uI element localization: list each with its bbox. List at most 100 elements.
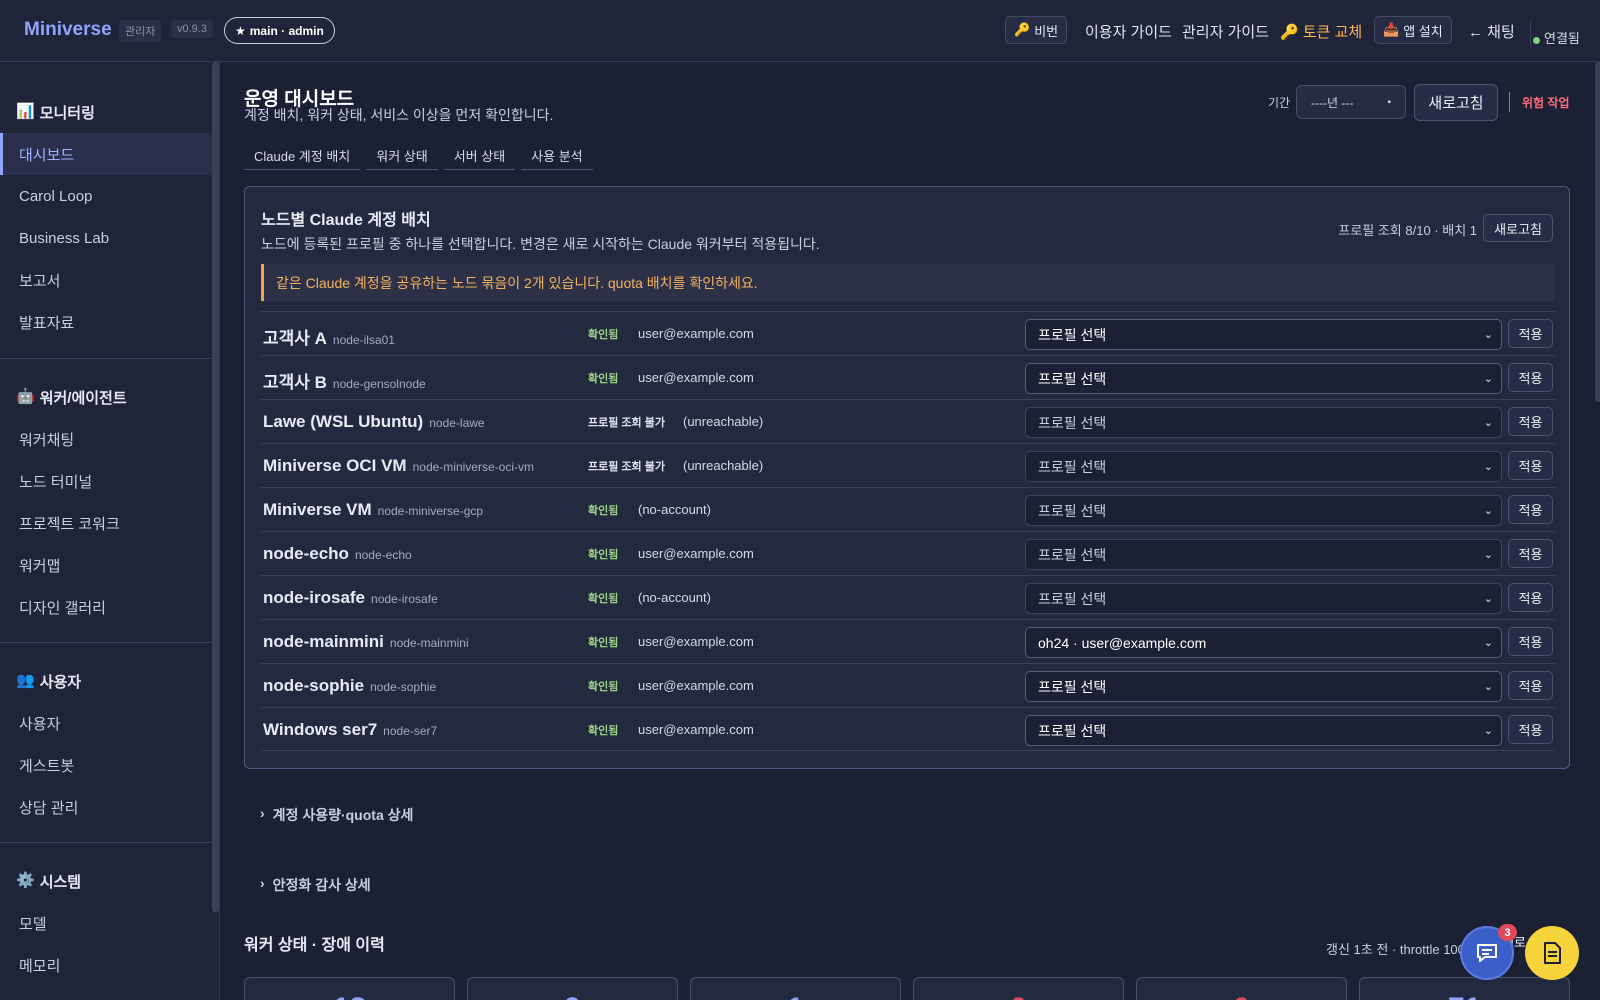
- sidebar-item-project-cowork[interactable]: 프로젝트 코워크: [0, 502, 212, 544]
- profile-select[interactable]: 프로필 선택 ⌄: [1025, 363, 1502, 394]
- account-email: user@example.com: [638, 678, 754, 693]
- app-install-button[interactable]: 📥 앱 설치: [1374, 16, 1452, 44]
- tab-usage-analytics[interactable]: 사용 분석: [521, 141, 593, 170]
- stability-audit-toggle[interactable]: › 안정화 감사 상세: [260, 875, 371, 895]
- apply-button[interactable]: 적용: [1508, 407, 1553, 436]
- table-row: Miniverse OCI VM node-miniverse-oci-vm 프로…: [261, 443, 1555, 487]
- profile-select[interactable]: 프로필 선택 ⌄: [1025, 495, 1502, 526]
- apply-button[interactable]: 적용: [1508, 627, 1553, 656]
- apply-button[interactable]: 적용: [1508, 495, 1553, 524]
- version-chip: v0.9.3: [171, 20, 213, 38]
- apply-button[interactable]: 적용: [1508, 715, 1553, 744]
- quota-details-toggle[interactable]: › 계정 사용량·quota 상세: [260, 805, 413, 825]
- refresh-button[interactable]: 새로고침: [1414, 84, 1498, 121]
- inbox-icon: 📥: [1383, 22, 1400, 37]
- node-display-name: Miniverse VM: [263, 500, 372, 519]
- tab-server-status[interactable]: 서버 상태: [443, 141, 516, 170]
- chevron-down-icon: ⌄: [1483, 329, 1493, 341]
- tab-worker-status[interactable]: 워커 상태: [366, 141, 438, 170]
- chat-link[interactable]: ← 채팅: [1468, 21, 1515, 42]
- apply-button[interactable]: 적용: [1508, 583, 1553, 612]
- sidebar-item-carol-loop[interactable]: Carol Loop: [0, 175, 212, 217]
- node-id: node-mainmini: [389, 636, 469, 650]
- section-title: 워커/에이전트: [39, 390, 127, 407]
- node-display-name: 고객사 B: [263, 373, 327, 392]
- chat-unread-badge: 3: [1498, 924, 1517, 941]
- danger-actions-link[interactable]: 위험 작업: [1509, 92, 1570, 112]
- table-row: Windows ser7 node-ser7 확인됨 user@example.c…: [261, 707, 1555, 751]
- period-date-input[interactable]: ----년 --- ▪: [1296, 85, 1406, 119]
- sidebar-item-users[interactable]: 사용자: [0, 702, 212, 744]
- chevron-right-icon: ›: [260, 805, 265, 821]
- chevron-down-icon: ⌄: [1483, 681, 1493, 693]
- status-badge: 확인됨: [588, 329, 619, 341]
- node-name: node-sophie node-sophie: [263, 676, 436, 696]
- apply-button[interactable]: 적용: [1508, 451, 1553, 480]
- profile-select[interactable]: 프로필 선택 ⌄: [1025, 539, 1502, 570]
- stat-card: 9: [467, 977, 678, 1000]
- user-guide-link[interactable]: 이용자 가이드: [1085, 21, 1172, 42]
- sidebar-item-design-gallery[interactable]: 디자인 갤러리: [0, 586, 212, 628]
- sidebar-item-business-lab[interactable]: Business Lab: [0, 217, 212, 259]
- profile-select-value: 프로필 선택: [1038, 414, 1107, 431]
- sidebar-item-dashboard[interactable]: 대시보드: [0, 133, 212, 175]
- sidebar-item-worker-map[interactable]: 워커맵: [0, 544, 212, 586]
- branch-chip[interactable]: ★ main · admin: [224, 17, 335, 44]
- profile-select[interactable]: 프로필 선택 ⌄: [1025, 583, 1502, 614]
- table-row: node-echo node-echo 확인됨 user@example.com …: [261, 531, 1555, 575]
- card-refresh-button[interactable]: 새로고침: [1483, 214, 1553, 242]
- tab-bar: Claude 계정 배치 워커 상태 서버 상태 사용 분석: [244, 141, 593, 170]
- sidebar-item-worker-chat[interactable]: 워커채팅: [0, 418, 212, 460]
- node-name: node-irosafe node-irosafe: [263, 588, 438, 608]
- profile-select[interactable]: 프로필 선택 ⌄: [1025, 451, 1502, 482]
- sidebar-item-consult[interactable]: 상담 관리: [0, 786, 212, 828]
- apply-button[interactable]: 적용: [1508, 319, 1553, 348]
- main-scrollbar[interactable]: [1595, 62, 1600, 402]
- brand-logo[interactable]: Miniverse: [24, 19, 112, 41]
- sidebar-section-system: ⚙️ 시스템: [16, 871, 81, 892]
- gear-icon: ⚙️: [16, 872, 35, 889]
- connection-label: 연결됨: [1544, 31, 1580, 46]
- collapsible-label: 계정 사용량·quota 상세: [272, 807, 414, 823]
- notes-fab-button[interactable]: [1525, 926, 1579, 980]
- account-email: user@example.com: [638, 370, 754, 385]
- chevron-down-icon: ⌄: [1483, 461, 1493, 473]
- apply-button[interactable]: 적용: [1508, 363, 1553, 392]
- profile-select[interactable]: 프로필 선택 ⌄: [1025, 715, 1502, 746]
- apply-button[interactable]: 적용: [1508, 539, 1553, 568]
- calendar-icon[interactable]: ▪: [1387, 97, 1391, 108]
- chevron-down-icon: ⌄: [1483, 417, 1493, 429]
- admin-guide-link[interactable]: 관리자 가이드: [1182, 21, 1269, 42]
- profile-select[interactable]: 프로필 선택 ⌄: [1025, 407, 1502, 438]
- sidebar-item-guestbot[interactable]: 게스트봇: [0, 744, 212, 786]
- node-name: 고객사 B node-gensolnode: [263, 368, 426, 393]
- secret-button[interactable]: 🔑 비번: [1005, 16, 1068, 44]
- profile-select[interactable]: oh24 · user@example.com ⌄: [1025, 627, 1502, 658]
- profile-select[interactable]: 프로필 선택 ⌄: [1025, 671, 1502, 702]
- tab-claude-accounts[interactable]: Claude 계정 배치: [244, 141, 361, 170]
- profile-select[interactable]: 프로필 선택 ⌄: [1025, 319, 1502, 350]
- chevron-right-icon: ›: [260, 875, 265, 891]
- worker-status-title: 워커 상태 · 장애 이력: [244, 937, 385, 954]
- stat-card: 1: [690, 977, 901, 1000]
- sidebar-item-presentations[interactable]: 발표자료: [0, 301, 212, 343]
- star-icon: ★: [235, 23, 246, 38]
- sidebar-scrollbar[interactable]: [212, 62, 219, 912]
- node-id: node-ilsa01: [332, 333, 395, 347]
- sidebar-item-memory[interactable]: 메모리: [0, 944, 212, 986]
- profile-select-value: 프로필 선택: [1038, 590, 1107, 607]
- sidebar-item-models[interactable]: 모델: [0, 902, 212, 944]
- table-row: node-mainmini node-mainmini 확인됨 user@exam…: [261, 619, 1555, 663]
- connection-status: 연결됨: [1530, 21, 1580, 47]
- sidebar-divider: [0, 842, 212, 843]
- chat-icon: [1477, 944, 1497, 962]
- status-badge: 확인됨: [588, 505, 619, 517]
- sidebar-item-reports[interactable]: 보고서: [0, 259, 212, 301]
- apply-button[interactable]: 적용: [1508, 671, 1553, 700]
- token-swap-link[interactable]: 🔑 토큰 교체: [1280, 21, 1362, 42]
- node-id: node-miniverse-oci-vm: [412, 460, 534, 474]
- node-name: node-mainmini node-mainmini: [263, 632, 469, 652]
- sidebar-item-node-terminal[interactable]: 노드 터미널: [0, 460, 212, 502]
- account-assignment-card: 노드별 Claude 계정 배치 노드에 등록된 프로필 중 하나를 선택합니다…: [244, 186, 1570, 769]
- node-id: node-irosafe: [371, 592, 438, 606]
